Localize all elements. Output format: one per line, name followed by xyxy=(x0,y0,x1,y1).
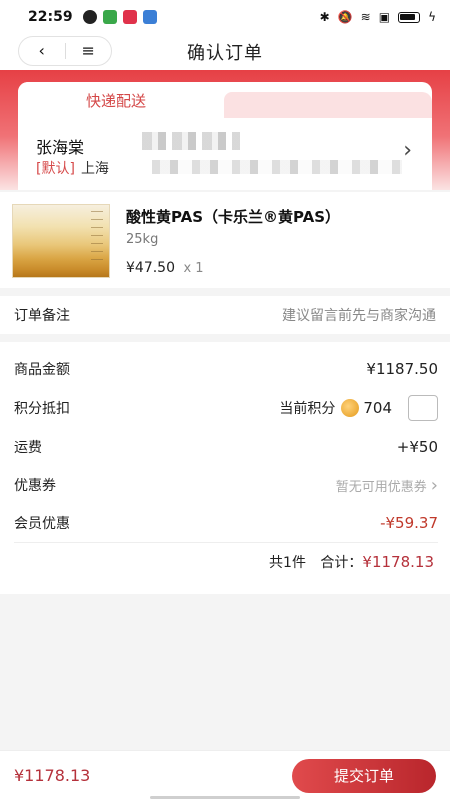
submit-order-button[interactable]: 提交订单 xyxy=(292,758,436,793)
product-price-line: ¥47.50 x 1 xyxy=(126,260,204,276)
phone-redacted xyxy=(142,132,240,150)
app-notification-icon xyxy=(82,10,97,24)
menu-button[interactable]: ≡ xyxy=(66,37,112,65)
address-city: 上海 xyxy=(80,161,109,177)
product-price: ¥47.50 xyxy=(126,260,175,276)
total-label: 合计： xyxy=(320,555,363,571)
summary-row-member: 会员优惠 -¥59.37 xyxy=(14,510,438,536)
tab-express-label: 快递配送 xyxy=(86,91,147,110)
chevron-right-icon[interactable]: › xyxy=(403,138,412,163)
status-bar: 22:59 ✱ 🔕 ≋ ▣ ϟ xyxy=(0,0,450,34)
sim-icon: ▣ xyxy=(378,10,391,24)
battery-icon xyxy=(398,11,421,23)
summary-row-coupon[interactable]: 优惠券 暂无可用优惠券 › xyxy=(14,472,438,498)
points-current-label: 当前积分 xyxy=(279,401,336,417)
order-total: 共1件 合计：¥1178.13 xyxy=(269,552,434,572)
notification-icons xyxy=(82,10,157,24)
shipping-label: 运费 xyxy=(14,440,42,456)
summary-row-shipping: 运费 +¥50 xyxy=(14,434,438,460)
product-name: 酸性黄PAS（卡乐兰®黄PAS） xyxy=(126,208,341,226)
product-qty: x 1 xyxy=(183,261,204,276)
coupon-value-group: 暂无可用优惠券 › xyxy=(336,475,438,496)
item-count: 共1件 xyxy=(269,555,306,571)
order-summary: 商品金额 ¥1187.50 积分抵扣 当前积分 704 运费 +¥50 优惠券 … xyxy=(0,342,450,594)
charging-icon: ϟ xyxy=(428,10,436,24)
points-label: 积分抵扣 xyxy=(14,401,70,417)
total-value: ¥1178.13 xyxy=(362,553,434,571)
summary-divider xyxy=(14,542,438,543)
coin-icon xyxy=(341,399,360,417)
goods-amount-label: 商品金额 xyxy=(14,362,70,378)
app-notification-icon xyxy=(102,10,117,24)
recipient-name: 张海棠 xyxy=(36,138,85,157)
remark-input[interactable]: 建议留言前先与商家沟通 xyxy=(282,305,436,325)
product-spec: 25kg xyxy=(126,232,159,247)
back-button[interactable]: ‹ xyxy=(19,37,65,65)
coupon-label: 优惠券 xyxy=(14,478,56,494)
home-indicator[interactable] xyxy=(150,796,300,799)
points-checkbox[interactable] xyxy=(408,395,438,421)
app-notification-icon xyxy=(142,10,157,24)
goods-amount-value: ¥1187.50 xyxy=(366,360,438,378)
chevron-right-icon: › xyxy=(430,474,438,496)
bluetooth-icon: ✱ xyxy=(319,10,330,24)
pay-amount: ¥1178.13 xyxy=(14,766,91,785)
product-image xyxy=(12,204,110,278)
coupon-value: 暂无可用优惠券 xyxy=(335,479,427,495)
tab-pickup[interactable] xyxy=(224,92,432,118)
member-discount-label: 会员优惠 xyxy=(14,516,70,532)
summary-row-points: 积分抵扣 当前积分 704 xyxy=(14,395,438,421)
status-time: 22:59 xyxy=(28,9,73,25)
remark-label: 订单备注 xyxy=(14,308,70,324)
member-discount-value: -¥59.37 xyxy=(380,514,438,532)
mute-icon: 🔕 xyxy=(337,10,353,24)
page-header: ‹ ≡ 确认订单 xyxy=(0,34,450,70)
wifi-icon: ≋ xyxy=(360,10,371,24)
address-card[interactable]: 快递配送 张海棠 [默认] 上海 › xyxy=(18,82,432,190)
nav-capsule: ‹ ≡ xyxy=(18,36,112,66)
summary-row-goods: 商品金额 ¥1187.50 xyxy=(14,356,438,382)
points-value: 704 xyxy=(363,399,392,417)
order-remark-row[interactable]: 订单备注 建议留言前先与商家沟通 xyxy=(0,296,450,334)
system-icons: ✱ 🔕 ≋ ▣ ϟ xyxy=(320,10,436,24)
shipping-value: +¥50 xyxy=(396,438,438,456)
address-redacted xyxy=(152,160,402,174)
points-value-group: 当前积分 704 xyxy=(279,395,438,421)
bottom-bar: ¥1178.13 提交订单 xyxy=(0,750,450,800)
page-title: 确认订单 xyxy=(187,43,263,64)
tab-express-delivery[interactable]: 快递配送 xyxy=(18,82,224,118)
address-line: [默认] 上海 xyxy=(36,158,109,178)
default-tag: [默认] xyxy=(36,161,75,177)
app-notification-icon xyxy=(122,10,137,24)
product-card: 酸性黄PAS（卡乐兰®黄PAS） 25kg ¥47.50 x 1 xyxy=(0,192,450,288)
